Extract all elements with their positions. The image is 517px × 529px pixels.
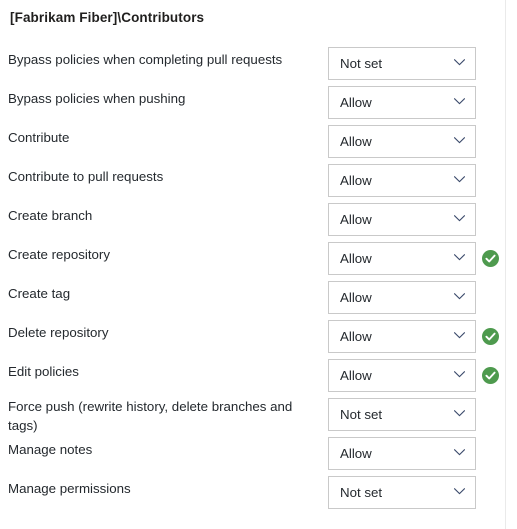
- chevron-down-icon: [454, 59, 465, 66]
- chevron-down-icon: [454, 488, 465, 495]
- permission-row: Contribute Allow: [0, 122, 505, 161]
- inherited-permission-check-icon: [482, 328, 499, 345]
- permission-row: Bypass policies when pushing Allow: [0, 83, 505, 122]
- group-title: [Fabrikam Fiber]\Contributors: [10, 10, 205, 25]
- permission-value-text: Allow: [340, 134, 372, 149]
- inherited-permission-check-icon: [482, 367, 499, 384]
- chevron-down-icon: [454, 215, 465, 222]
- permission-label: Edit policies: [8, 364, 79, 379]
- chevron-down-icon: [454, 254, 465, 261]
- permission-value-text: Allow: [340, 446, 372, 461]
- permission-label: Create tag: [8, 286, 71, 301]
- permission-value-dropdown[interactable]: Allow: [328, 125, 476, 158]
- panel-right-gutter: [507, 0, 517, 529]
- permission-row: Create repository Allow: [0, 239, 505, 278]
- permission-value-dropdown[interactable]: Not set: [328, 476, 476, 509]
- permission-row: Manage permissions Not set: [0, 473, 505, 512]
- permission-value-dropdown[interactable]: Allow: [328, 359, 476, 392]
- permission-value-text: Allow: [340, 329, 372, 344]
- chevron-down-icon: [454, 332, 465, 339]
- permission-value-dropdown[interactable]: Allow: [328, 164, 476, 197]
- permission-value-dropdown[interactable]: Allow: [328, 242, 476, 275]
- permission-value-dropdown[interactable]: Allow: [328, 320, 476, 353]
- permission-label: Delete repository: [8, 325, 109, 340]
- chevron-down-icon: [454, 410, 465, 417]
- permission-value-text: Allow: [340, 95, 372, 110]
- permission-value-text: Allow: [340, 368, 372, 383]
- permission-row: Delete repository Allow: [0, 317, 505, 356]
- permission-value-dropdown[interactable]: Allow: [328, 203, 476, 236]
- permission-label: Contribute to pull requests: [8, 169, 164, 184]
- permission-label: Contribute: [8, 130, 70, 145]
- permission-label: Manage permissions: [8, 481, 131, 496]
- chevron-down-icon: [454, 371, 465, 378]
- permission-label: Force push (rewrite history, delete bran…: [8, 399, 293, 433]
- chevron-down-icon: [454, 137, 465, 144]
- permission-value-text: Allow: [340, 251, 372, 266]
- permission-value-dropdown[interactable]: Allow: [328, 281, 476, 314]
- chevron-down-icon: [454, 449, 465, 456]
- permission-value-text: Allow: [340, 173, 372, 188]
- permission-label: Bypass policies when completing pull req…: [8, 52, 283, 67]
- permission-row: Force push (rewrite history, delete bran…: [0, 395, 505, 434]
- chevron-down-icon: [454, 98, 465, 105]
- permission-value-dropdown[interactable]: Not set: [328, 398, 476, 431]
- permission-row: Create tag Allow: [0, 278, 505, 317]
- permission-value-text: Allow: [340, 290, 372, 305]
- permission-value-dropdown[interactable]: Allow: [328, 86, 476, 119]
- permission-row: Create branch Allow: [0, 200, 505, 239]
- permission-row: Manage notes Allow: [0, 434, 505, 473]
- permissions-panel: [Fabrikam Fiber]\Contributors Bypass pol…: [0, 0, 506, 529]
- permissions-list: Bypass policies when completing pull req…: [0, 44, 505, 512]
- chevron-down-icon: [454, 176, 465, 183]
- permission-value-text: Not set: [340, 56, 383, 71]
- chevron-down-icon: [454, 293, 465, 300]
- permission-value-dropdown[interactable]: Allow: [328, 437, 476, 470]
- permission-label: Create branch: [8, 208, 93, 223]
- permission-value-text: Allow: [340, 212, 372, 227]
- inherited-permission-check-icon: [482, 250, 499, 267]
- permission-value-text: Not set: [340, 485, 383, 500]
- permission-label: Manage notes: [8, 442, 93, 457]
- permission-label: Create repository: [8, 247, 110, 262]
- permission-row: Contribute to pull requests Allow: [0, 161, 505, 200]
- permission-row: Bypass policies when completing pull req…: [0, 44, 505, 83]
- permission-row: Edit policies Allow: [0, 356, 505, 395]
- permission-value-dropdown[interactable]: Not set: [328, 47, 476, 80]
- permission-label: Bypass policies when pushing: [8, 91, 186, 106]
- permission-value-text: Not set: [340, 407, 383, 422]
